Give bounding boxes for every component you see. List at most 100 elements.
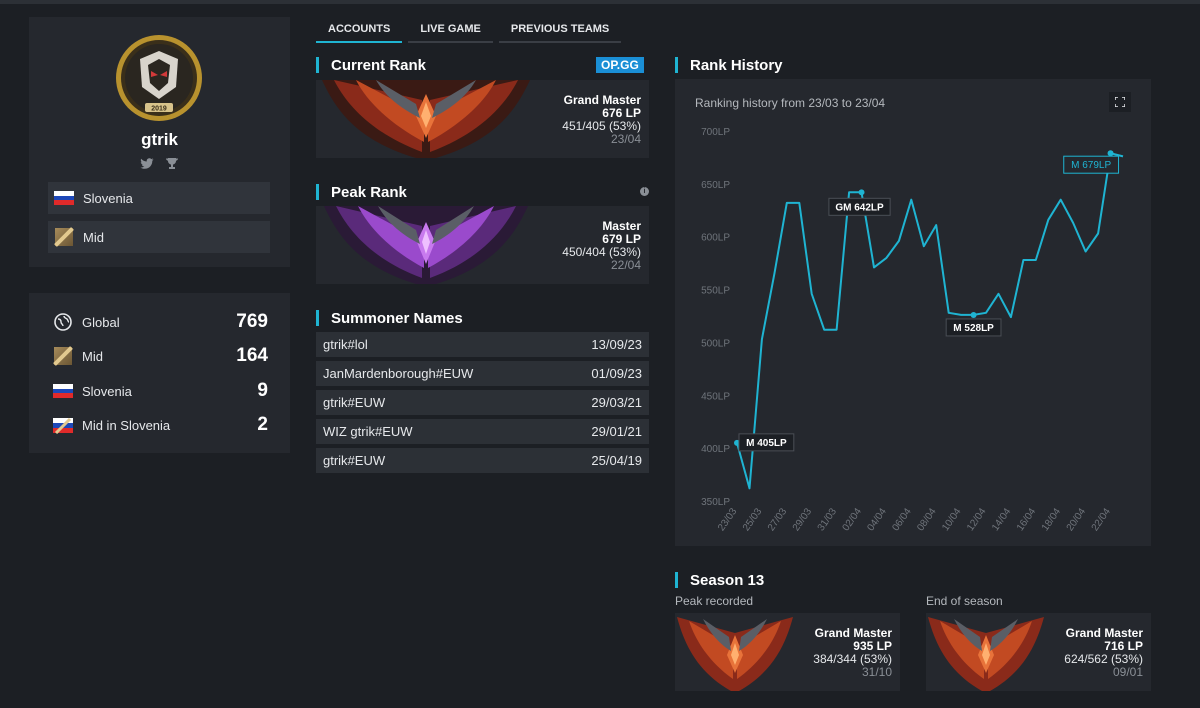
rank-history-title: Rank History — [690, 56, 783, 74]
summoner-names-list: gtrik#lol 13/09/23 JanMardenborough#EUW 01… — [316, 332, 649, 477]
season-peak-card: Grand Master 935 LP 384/344 (53%) 31/10 — [675, 613, 900, 691]
rank-date: 09/01 — [1112, 665, 1143, 679]
x-tick-label: 12/04 — [965, 506, 989, 533]
ranking-row-mid-slovenia[interactable]: Mid in Slovenia 2 — [53, 414, 268, 436]
x-tick-label: 04/04 — [866, 506, 890, 533]
y-tick-label: 650LP — [701, 180, 730, 191]
x-tick-label: 23/03 — [716, 506, 740, 533]
list-item: gtrik#EUW 25/04/19 — [316, 448, 649, 473]
rank-history-heading: Rank History — [675, 55, 783, 75]
trophy-icon[interactable] — [165, 157, 179, 170]
slovenia-flag-icon — [53, 381, 73, 401]
summoner-name: JanMardenborough#EUW — [323, 366, 474, 381]
y-tick-label: 450LP — [701, 391, 730, 402]
ranking-label: Mid in Slovenia — [82, 417, 171, 433]
top-border — [0, 0, 1200, 4]
country-pill[interactable]: Slovenia — [48, 182, 270, 214]
summoner-name: gtrik#EUW — [323, 453, 386, 468]
logo-year-text: 2019 — [151, 106, 167, 113]
x-tick-label: 31/03 — [816, 506, 840, 533]
ranking-value: 2 — [257, 414, 268, 435]
rank-history-chart: 350LP 400LP 450LP 500LP 550LP 600LP 650LP 700LP… — [701, 127, 1124, 533]
list-item: WIZ gtrik#EUW 29/01/21 — [316, 419, 649, 444]
annotation-label: M 528LP — [953, 323, 994, 334]
y-tick-label: 550LP — [701, 286, 730, 297]
data-point-marker — [1107, 150, 1114, 157]
expand-icon — [1115, 97, 1125, 107]
end-of-season-label: End of season — [926, 594, 1003, 608]
grandmaster-emblem-icon — [928, 617, 1044, 691]
current-rank-info: Grand Master 676 LP 451/405 (53%) 23/04 — [562, 94, 641, 146]
y-tick-label: 350LP — [701, 497, 730, 508]
current-rank-heading: Current Rank — [316, 55, 426, 75]
x-tick-label: 06/04 — [890, 506, 914, 533]
data-point-marker — [970, 311, 977, 318]
x-tick-label: 02/04 — [841, 506, 865, 533]
x-tick-label: 14/04 — [990, 506, 1014, 533]
peak-rank-title: Peak Rank — [331, 183, 407, 201]
master-emblem-icon — [324, 206, 528, 284]
tab-accounts[interactable]: ACCOUNTS — [316, 17, 403, 43]
y-tick-label: 600LP — [701, 233, 730, 244]
x-tick-label: 22/04 — [1090, 506, 1114, 533]
x-tick-label: 27/03 — [766, 506, 790, 533]
current-rank-card: Grand Master 676 LP 451/405 (53%) 23/04 — [316, 80, 649, 158]
ranking-value: 769 — [236, 311, 268, 332]
team-logo: 2019 — [116, 35, 202, 121]
season-peak-info: Grand Master 935 LP 384/344 (53%) 31/10 — [813, 627, 892, 679]
peak-rank-heading: Peak Rank — [316, 182, 407, 202]
tab-previous-teams[interactable]: PREVIOUS TEAMS — [498, 17, 622, 43]
summoner-names-heading: Summoner Names — [316, 308, 463, 328]
summoner-name-date: 29/03/21 — [591, 395, 642, 410]
ranking-row-mid[interactable]: Mid 164 — [53, 345, 268, 367]
x-tick-label: 29/03 — [791, 506, 815, 533]
season-title: Season 13 — [690, 571, 765, 589]
ranking-label: Mid — [82, 348, 103, 364]
annotation-label: M 679LP — [1071, 160, 1111, 171]
list-item: JanMardenborough#EUW 01/09/23 — [316, 361, 649, 386]
ranking-value: 9 — [257, 380, 268, 401]
summoner-name: WIZ gtrik#EUW — [323, 424, 413, 439]
peak-rank-card: Master 679 LP 450/404 (53%) 22/04 — [316, 206, 649, 284]
x-tick-label: 20/04 — [1065, 506, 1089, 533]
series-line — [736, 152, 1124, 490]
y-tick-label: 400LP — [701, 444, 730, 455]
slovenia-flag-icon — [54, 188, 74, 208]
season-end-card: Grand Master 716 LP 624/562 (53%) 09/01 — [926, 613, 1151, 691]
mid-lane-icon — [54, 227, 74, 247]
x-tick-label: 18/04 — [1040, 506, 1064, 533]
list-item: gtrik#EUW 29/03/21 — [316, 390, 649, 415]
mid-slovenia-icon — [53, 415, 73, 435]
country-label: Slovenia — [83, 190, 133, 206]
social-links — [29, 155, 290, 173]
twitter-icon[interactable] — [140, 157, 154, 170]
current-rank-title: Current Rank — [331, 56, 427, 74]
ranking-row-slovenia[interactable]: Slovenia 9 — [53, 380, 268, 402]
opgg-link[interactable]: OP.GG — [596, 57, 644, 73]
info-icon[interactable]: i — [640, 187, 649, 196]
grandmaster-emblem-icon — [677, 617, 793, 691]
rank-history-panel: 350LP 400LP 450LP 500LP 550LP 600LP 650LP 700LP… — [675, 79, 1151, 546]
x-tick-label: 08/04 — [915, 506, 939, 533]
summoner-name-date: 25/04/19 — [591, 453, 642, 468]
annotation-label: GM 642LP — [835, 202, 884, 213]
globe-icon — [53, 312, 73, 332]
y-tick-label: 700LP — [701, 127, 730, 138]
role-pill[interactable]: Mid — [48, 221, 270, 253]
season-heading: Season 13 — [675, 570, 764, 590]
y-tick-label: 500LP — [701, 338, 730, 349]
ranking-value: 164 — [236, 345, 268, 366]
peak-rank-info: Master 679 LP 450/404 (53%) 22/04 — [562, 220, 641, 272]
ranking-row-global[interactable]: Global 769 — [53, 311, 268, 333]
data-point-marker — [858, 189, 865, 196]
chart-subtitle: Ranking history from 23/03 to 23/04 — [695, 96, 886, 110]
tab-bar: ACCOUNTS LIVE GAME PREVIOUS TEAMS — [316, 17, 627, 43]
tab-live-game[interactable]: LIVE GAME — [408, 17, 493, 43]
x-tick-label: 25/03 — [741, 506, 765, 533]
fullscreen-button[interactable] — [1109, 92, 1131, 112]
rankings-panel: Global 769 Mid 164 Slovenia 9 Mid in Slo… — [29, 293, 290, 453]
x-tick-label: 16/04 — [1015, 506, 1039, 533]
summoner-name: gtrik#lol — [323, 337, 368, 352]
summoner-name: gtrik#EUW — [323, 395, 386, 410]
rank-date: 22/04 — [610, 258, 641, 272]
